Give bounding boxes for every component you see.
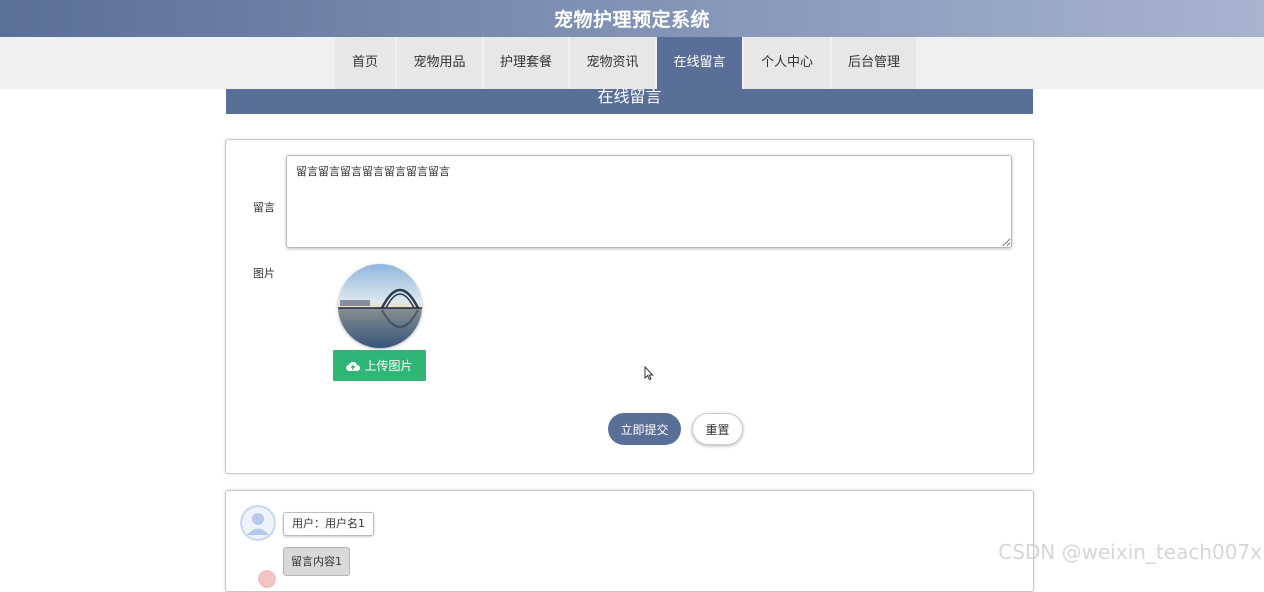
nav-item-admin[interactable]: 后台管理 <box>832 37 916 89</box>
uploaded-image-preview <box>338 264 422 348</box>
watermark: CSDN @weixin_teach007x <box>998 540 1262 564</box>
comment-list: 用户：用户名1 留言内容1 <box>225 490 1034 592</box>
cloud-upload-icon <box>346 361 361 371</box>
upload-button-label: 上传图片 <box>364 359 413 373</box>
bridge-photo <box>338 264 422 348</box>
site-title: 宠物护理预定系统 <box>553 9 710 31</box>
nav-item-pet-supplies[interactable]: 宠物用品 <box>397 37 482 89</box>
reset-button[interactable]: 重置 <box>692 413 743 445</box>
nav-item-pet-news[interactable]: 宠物资讯 <box>570 37 655 89</box>
message-textarea[interactable] <box>286 155 1012 248</box>
upload-image-button[interactable]: 上传图片 <box>333 350 426 381</box>
nav-item-home[interactable]: 首页 <box>335 37 395 89</box>
submit-button[interactable]: 立即提交 <box>608 413 681 445</box>
section-title: 在线留言 <box>226 89 1033 114</box>
mouse-pointer-icon <box>644 366 654 381</box>
message-form: 留言 图片 上传图片 立即提交 <box>225 139 1034 474</box>
nav-item-care-packages[interactable]: 护理套餐 <box>484 37 568 89</box>
nav-item-personal-center[interactable]: 个人中心 <box>744 37 830 89</box>
next-user-avatar <box>258 570 276 588</box>
nav-item-online-message[interactable]: 在线留言 <box>657 37 742 89</box>
comment-content: 留言内容1 <box>283 547 350 576</box>
user-avatar-icon <box>240 505 276 541</box>
comment-username: 用户：用户名1 <box>283 512 374 536</box>
message-label: 留言 <box>253 201 275 214</box>
image-label: 图片 <box>253 267 275 280</box>
main-nav: 首页 宠物用品 护理套餐 宠物资讯 在线留言 个人中心 后台管理 <box>0 37 1264 89</box>
user-avatar <box>240 505 276 541</box>
site-header: 宠物护理预定系统 <box>0 0 1264 37</box>
